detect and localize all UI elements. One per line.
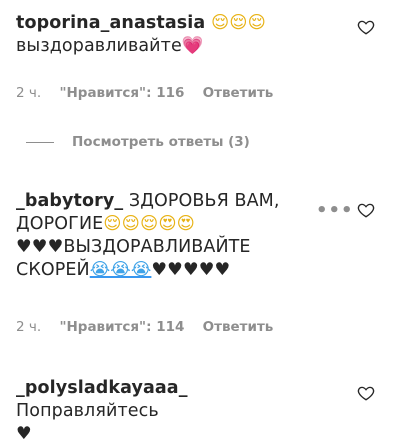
comment-text: ДОРОГИЕ <box>16 214 104 234</box>
comment-2: _babytory_ ЗДОРОВЬЯ ВАМ, ДОРОГИЕ😌😌😌😍😍 ♥♥… <box>16 190 316 282</box>
comment-3: _polysladkayaaa_ Поправляйтесь ♥ <box>16 377 316 446</box>
comment-username[interactable]: _polysladkayaaa_ <box>16 378 188 398</box>
relieved-face-emoji: 😌😌😌 <box>210 13 266 33</box>
pink-heart-emoji: 💗 <box>181 36 204 56</box>
comment-text: СКОРЕЙ <box>16 260 90 280</box>
comment-text: выздоравливайте <box>16 36 182 56</box>
comment-1: toporina_anastasia 😌😌😌 выздоравливайте💗 <box>16 12 316 58</box>
view-replies-button[interactable]: Посмотреть ответы (3) <box>26 134 250 150</box>
black-heart-emoji: ♥♥♥ <box>16 237 64 257</box>
comment-username[interactable]: _babytory_ <box>16 191 123 211</box>
like-heart-icon[interactable] <box>357 201 375 219</box>
black-heart-emoji: ♥ <box>16 424 32 444</box>
comment-1-meta: 2 ч. "Нравится": 116 Ответить <box>16 85 287 101</box>
more-options-icon[interactable]: ••• <box>316 200 354 221</box>
heart-eyes-emoji: 😍😍 <box>158 214 196 234</box>
comment-2-meta: 2 ч. "Нравится": 114 Ответить <box>16 319 287 335</box>
comment-time: 2 ч. <box>16 85 42 101</box>
comment-text: Поправляйтесь <box>16 401 159 421</box>
like-heart-icon[interactable] <box>357 384 375 402</box>
crying-face-emoji: 😭😭😭 <box>89 260 152 280</box>
like-heart-icon[interactable] <box>357 18 375 36</box>
comment-text: ЗДОРОВЬЯ ВАМ, <box>128 191 280 211</box>
comment-username[interactable]: toporina_anastasia <box>16 13 205 33</box>
comment-time: 2 ч. <box>16 319 42 335</box>
view-replies-label: Посмотреть ответы (3) <box>72 134 250 150</box>
likes-count-button[interactable]: "Нравится": 116 <box>59 85 184 101</box>
black-heart-emoji: ♥♥♥♥♥ <box>151 260 231 280</box>
relieved-face-emoji: 😌😌😌 <box>103 214 159 234</box>
reply-button[interactable]: Ответить <box>203 85 274 101</box>
comment-text: ВЫЗДОРАВЛИВАЙТЕ <box>63 237 251 257</box>
likes-count-button[interactable]: "Нравится": 114 <box>59 319 184 335</box>
divider-line <box>26 141 54 143</box>
reply-button[interactable]: Ответить <box>203 319 274 335</box>
